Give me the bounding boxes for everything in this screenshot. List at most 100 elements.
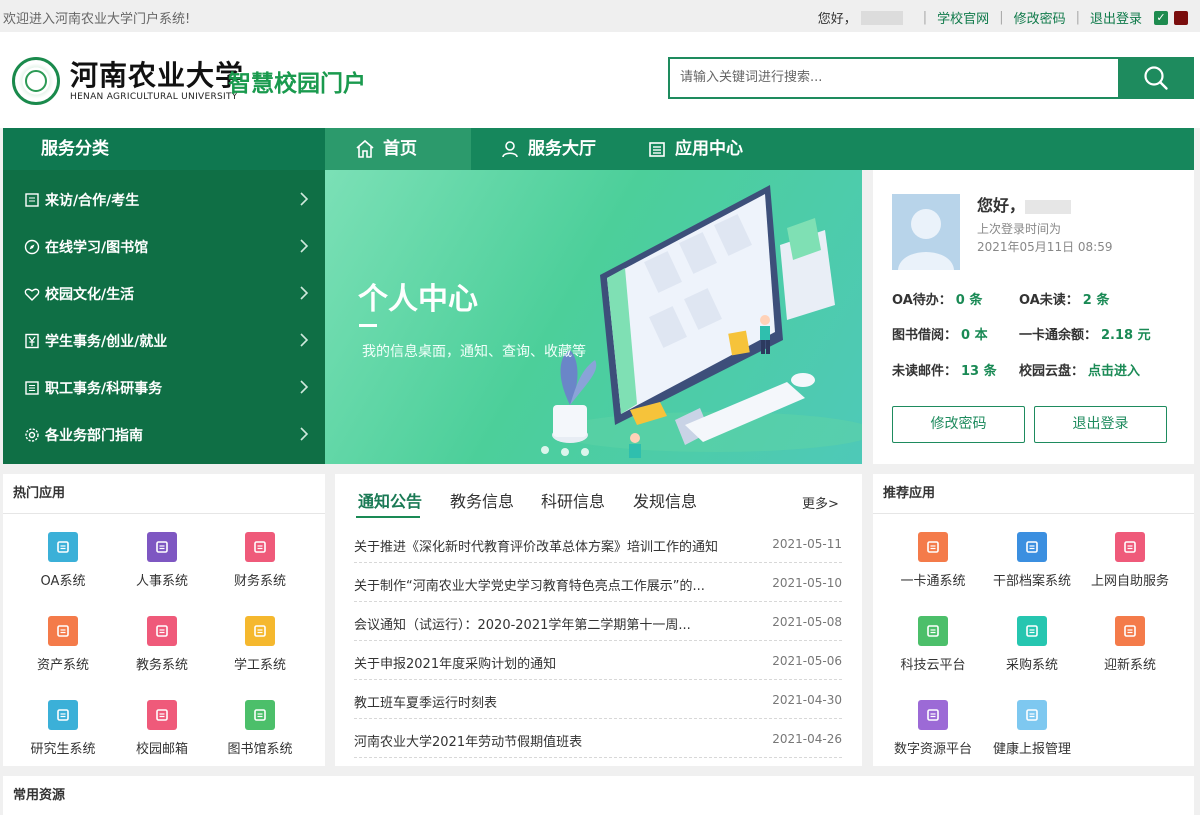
app-tile[interactable]: 学工系统 bbox=[211, 616, 309, 673]
change-password-button[interactable]: 修改密码 bbox=[892, 406, 1025, 443]
list-icon bbox=[23, 379, 41, 397]
app-label: 图书馆系统 bbox=[227, 742, 293, 757]
service-category-header: 服务分类 bbox=[3, 128, 325, 170]
search-button[interactable] bbox=[1118, 57, 1194, 99]
app-label: 一卡通系统 bbox=[900, 574, 966, 589]
search-input[interactable]: 请输入关键词进行搜索... bbox=[668, 57, 1120, 99]
news-date: 2021-05-11 bbox=[772, 537, 842, 551]
app-tile[interactable]: 科技云平台 bbox=[884, 616, 982, 673]
more-link[interactable]: 更多> bbox=[802, 493, 839, 512]
tab-notices[interactable]: 通知公告 bbox=[358, 488, 422, 512]
nav-home[interactable]: 首页 bbox=[325, 128, 471, 170]
separator: | bbox=[999, 10, 1004, 25]
personal-center-banner[interactable]: 个人中心 我的信息桌面，通知、查询、收藏等 bbox=[325, 170, 862, 464]
news-item[interactable]: 会议通知（试运行）：2020-2021学年第二学期第十一周... 2021-05-… bbox=[354, 602, 842, 641]
home-icon bbox=[356, 139, 374, 158]
stat-oa-todo[interactable]: OA待办： 0 条 bbox=[892, 289, 982, 308]
tab-regulations[interactable]: 发规信息 bbox=[633, 488, 697, 512]
resources-title: 常用资源 bbox=[13, 788, 66, 803]
sidebar-item-library[interactable]: 在线学习/图书馆 bbox=[3, 223, 325, 270]
hot-apps-title: 热门应用 bbox=[3, 474, 325, 514]
stat-value: 13 条 bbox=[961, 364, 997, 379]
tab-teaching-info[interactable]: 教务信息 bbox=[450, 488, 514, 512]
app-tile[interactable]: 财务系统 bbox=[211, 532, 309, 589]
profile-greeting-text: 您好， bbox=[977, 196, 1026, 215]
app-icon bbox=[1017, 700, 1047, 730]
sidebar-item-staff-affairs[interactable]: 职工事务/科研事务 bbox=[3, 364, 325, 411]
stat-value: 点击进入 bbox=[1088, 364, 1141, 379]
app-tile[interactable]: 上网自助服务 bbox=[1081, 532, 1179, 589]
gear-icon bbox=[23, 426, 41, 444]
app-tile[interactable]: 健康上报管理 bbox=[983, 700, 1081, 757]
news-panel: 通知公告 教务信息 科研信息 发规信息 更多> 关于推进《深化新时代教育评价改革… bbox=[335, 474, 862, 766]
app-tile[interactable]: 一卡通系统 bbox=[884, 532, 982, 589]
app-label: 资产系统 bbox=[36, 658, 89, 673]
green-theme-icon[interactable]: ✓ bbox=[1154, 10, 1168, 25]
app-tile[interactable]: 干部档案系统 bbox=[983, 532, 1081, 589]
sidebar-item-label: 校园文化/生活 bbox=[45, 286, 135, 303]
stat-library-borrow[interactable]: 图书借阅： 0 本 bbox=[892, 324, 988, 343]
stat-label: 一卡通余额： bbox=[1019, 328, 1098, 343]
stat-label: OA待办： bbox=[892, 293, 952, 308]
news-item[interactable]: 关于推进《深化新时代教育评价改革总体方案》培训工作的通知 2021-05-11 bbox=[354, 524, 842, 563]
sidebar-item-visitors[interactable]: 来访/合作/考生 bbox=[3, 176, 325, 223]
stat-card-balance[interactable]: 一卡通余额： 2.18 元 bbox=[1019, 324, 1151, 343]
app-icon bbox=[245, 616, 275, 646]
app-tile[interactable]: 研究生系统 bbox=[14, 700, 112, 757]
red-theme-icon[interactable] bbox=[1174, 10, 1188, 25]
banner-title: 个人中心 bbox=[358, 282, 478, 317]
news-date: 2021-04-26 bbox=[772, 732, 842, 746]
nav-service-hall[interactable]: 服务大厅 bbox=[500, 128, 596, 170]
stat-label: OA未读： bbox=[1019, 293, 1079, 308]
nav-app-center[interactable]: 应用中心 bbox=[647, 128, 743, 170]
chevron-right-icon bbox=[300, 427, 309, 441]
recommended-apps-panel: 推荐应用 一卡通系统 干部档案系统 上网自助服务 科技云平台 采购系统 迎新系统 数字资源平… bbox=[873, 474, 1194, 766]
top-links: 您好， | 学校官网 | 修改密码 | 退出登录 ✓ bbox=[818, 8, 1188, 27]
app-icon bbox=[245, 532, 275, 562]
tab-research-info[interactable]: 科研信息 bbox=[541, 488, 605, 512]
chevron-right-icon bbox=[300, 286, 309, 300]
sidebar-item-label: 学生事务/创业/就业 bbox=[45, 333, 168, 350]
sidebar-item-culture[interactable]: 校园文化/生活 bbox=[3, 270, 325, 317]
news-item[interactable]: 河南农业大学2021年劳动节假期值班表 2021-04-26 bbox=[354, 719, 842, 758]
separator: | bbox=[922, 10, 928, 25]
app-tile[interactable]: 数字资源平台 bbox=[884, 700, 982, 757]
header: 河南农业大学 HENAN AGRICULTURAL UNIVERSITY 智慧校… bbox=[0, 32, 1200, 128]
app-icon bbox=[245, 700, 275, 730]
stat-cloud-disk[interactable]: 校园云盘： 点击进入 bbox=[1019, 360, 1140, 379]
app-tile[interactable]: OA系统 bbox=[14, 532, 112, 589]
sidebar-item-department-guide[interactable]: 各业务部门指南 bbox=[3, 411, 325, 458]
news-title: 教工班车夏季运行时刻表 bbox=[354, 696, 498, 711]
hot-apps-panel: 热门应用 OA系统 人事系统 财务系统资产系统 教务系统 学工系统研究生系统 校园邮箱 图书… bbox=[3, 474, 325, 766]
app-label: 迎新系统 bbox=[1103, 658, 1156, 673]
resources-panel: 常用资源 bbox=[3, 776, 1194, 815]
university-name: 河南农业大学 bbox=[70, 59, 245, 92]
news-item[interactable]: 教工班车夏季运行时刻表 2021-04-30 bbox=[354, 680, 842, 719]
app-tile[interactable]: 采购系统 bbox=[983, 616, 1081, 673]
app-label: 上网自助服务 bbox=[1090, 574, 1169, 589]
news-title: 关于申报2021年度采购计划的通知 bbox=[354, 657, 557, 672]
chevron-right-icon bbox=[300, 380, 309, 394]
stat-unread-mail[interactable]: 未读邮件： 13 条 bbox=[892, 360, 997, 379]
news-date: 2021-05-06 bbox=[772, 654, 842, 668]
app-tile[interactable]: 图书馆系统 bbox=[211, 700, 309, 757]
logout-button[interactable]: 退出登录 bbox=[1034, 406, 1167, 443]
news-item[interactable]: 关于制作“河南农业大学党史学习教育特色亮点工作展示”的... 2021-05-10 bbox=[354, 563, 842, 602]
app-icon bbox=[147, 532, 177, 562]
school-site-link[interactable]: 学校官网 bbox=[937, 8, 989, 27]
app-tile[interactable]: 人事系统 bbox=[113, 532, 211, 589]
change-password-link[interactable]: 修改密码 bbox=[1014, 8, 1066, 27]
app-label: 校园邮箱 bbox=[135, 742, 188, 757]
app-label: 研究生系统 bbox=[30, 742, 96, 757]
app-icon bbox=[1017, 532, 1047, 562]
sidebar-item-student-affairs[interactable]: 学生事务/创业/就业 bbox=[3, 317, 325, 364]
news-item[interactable]: 关于申报2021年度采购计划的通知 2021-05-06 bbox=[354, 641, 842, 680]
app-tile[interactable]: 迎新系统 bbox=[1081, 616, 1179, 673]
news-date: 2021-05-08 bbox=[772, 615, 842, 629]
top-bar: 欢迎进入河南农业大学门户系统! 您好， | 学校官网 | 修改密码 | 退出登录… bbox=[0, 0, 1200, 32]
logout-link[interactable]: 退出登录 bbox=[1090, 8, 1142, 27]
app-tile[interactable]: 资产系统 bbox=[14, 616, 112, 673]
stat-oa-unread[interactable]: OA未读： 2 条 bbox=[1019, 289, 1109, 308]
app-tile[interactable]: 教务系统 bbox=[113, 616, 211, 673]
app-tile[interactable]: 校园邮箱 bbox=[113, 700, 211, 757]
